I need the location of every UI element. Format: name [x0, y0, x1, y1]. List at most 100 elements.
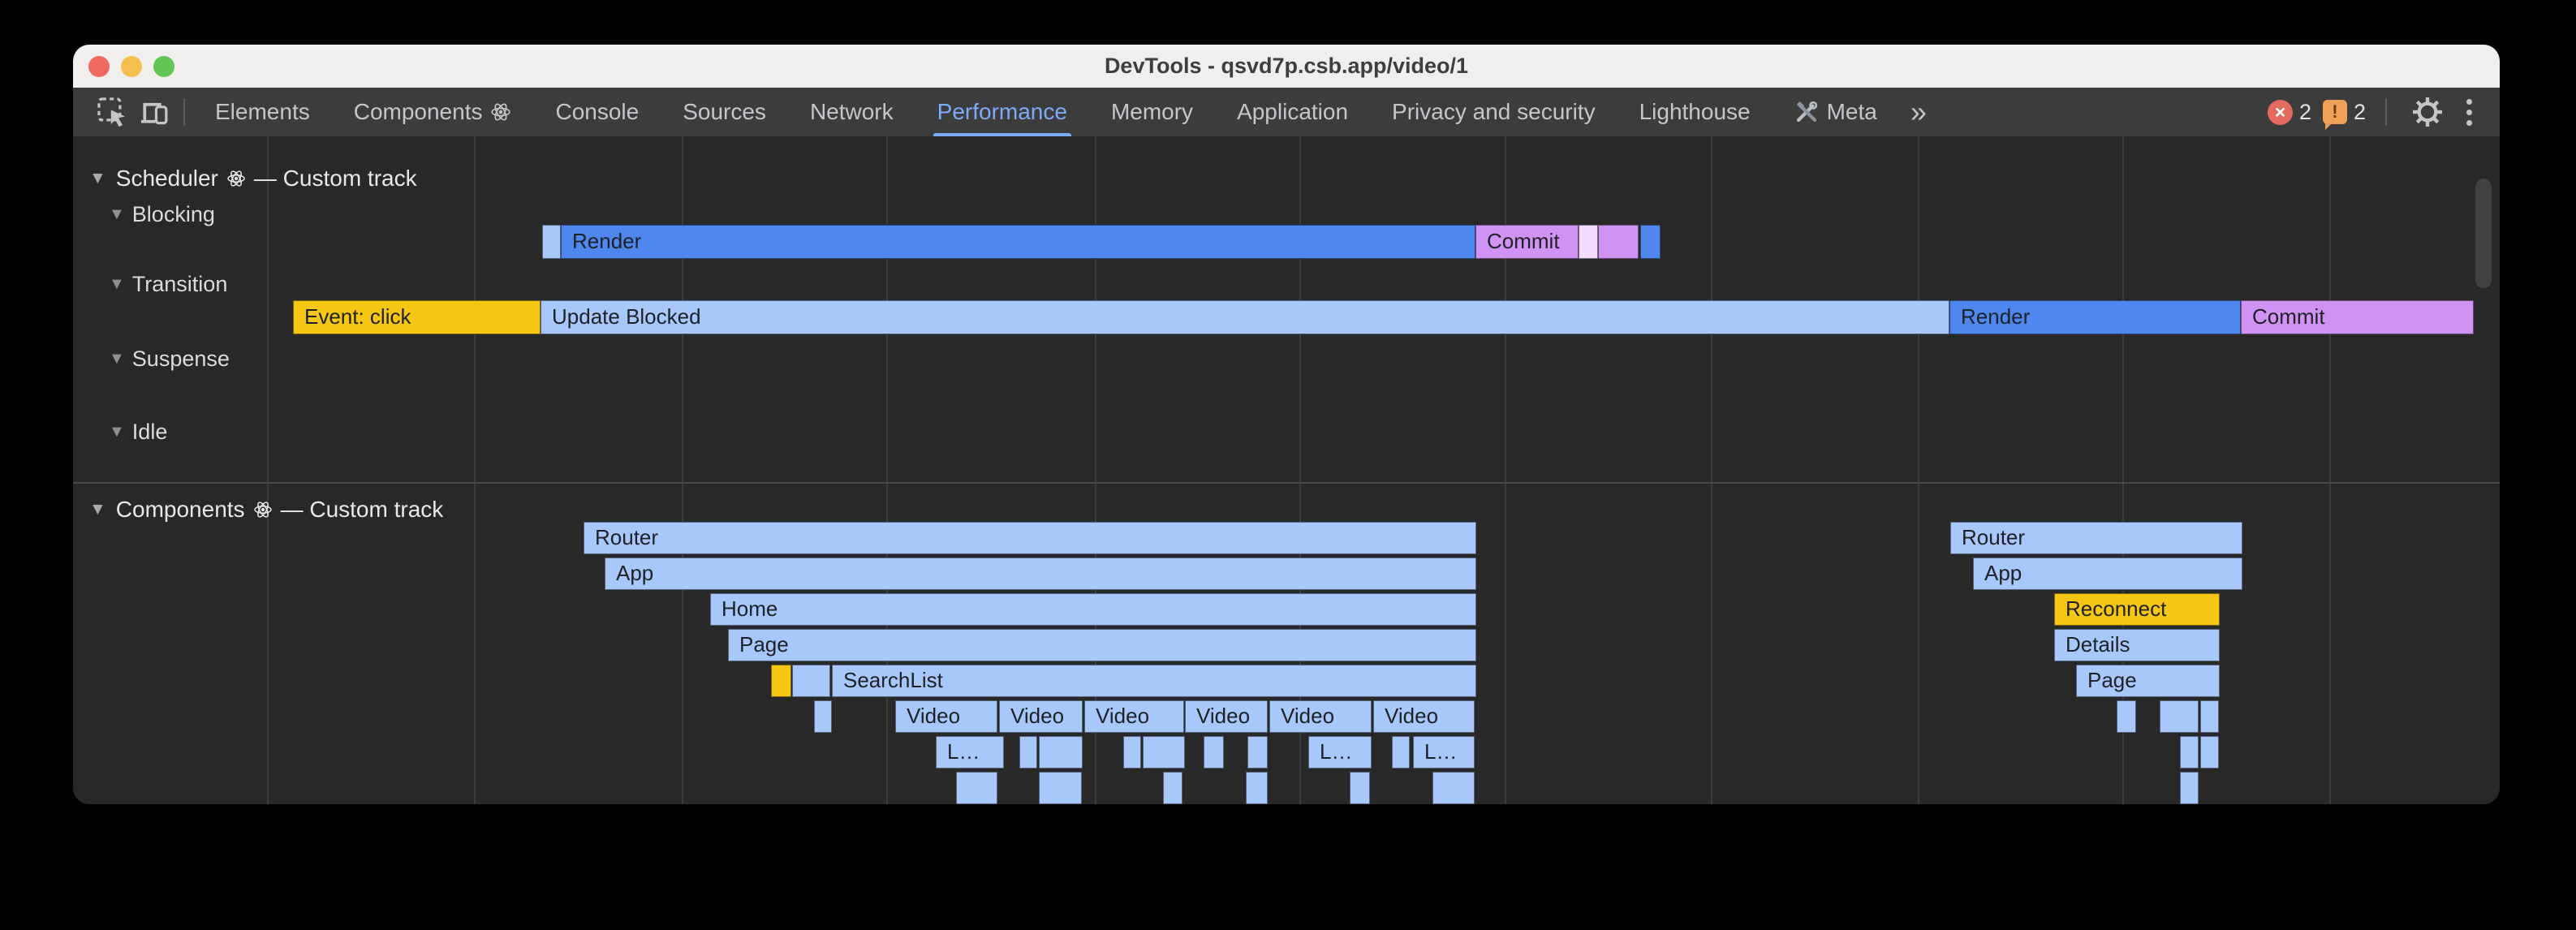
issue-icon: ! — [2323, 100, 2347, 124]
gridline — [1711, 136, 1712, 804]
flame-bar-segment[interactable] — [2180, 772, 2199, 804]
flame-bar-router[interactable]: Router — [1950, 522, 2242, 554]
flame-bar-l-[interactable]: L… — [1413, 736, 1475, 769]
lane-blocking[interactable]: ▼Blocking — [109, 202, 215, 227]
flame-bar-label: App — [1974, 561, 2022, 585]
tab-privacy-and-security[interactable]: Privacy and security — [1370, 88, 1618, 136]
flame-bar-segment[interactable] — [1039, 736, 1083, 769]
flame-bar-details[interactable]: Details — [2054, 629, 2220, 661]
issue-count: 2 — [2354, 100, 2366, 125]
flame-bar-segment[interactable] — [542, 225, 561, 259]
device-toolbar-icon[interactable] — [133, 88, 175, 136]
close-window-button[interactable] — [88, 56, 110, 77]
flame-bar-segment[interactable] — [1039, 772, 1082, 804]
tab-memory[interactable]: Memory — [1089, 88, 1215, 136]
devtools-window: DevTools - qsvd7p.csb.app/video/1 Elemen… — [73, 45, 2500, 804]
flame-bar-label: Event: click — [294, 304, 411, 329]
flame-bar-segment[interactable] — [1432, 772, 1475, 804]
tab-label: Application — [1237, 99, 1348, 125]
flame-bar-video[interactable]: Video — [1084, 700, 1184, 733]
issues-badge[interactable]: ! 2 — [2323, 100, 2366, 125]
tab-sources[interactable]: Sources — [661, 88, 788, 136]
flame-bar-render[interactable]: Render — [1949, 300, 2241, 334]
flame-bar-segment[interactable] — [1392, 736, 1410, 769]
kebab-menu-icon[interactable] — [2460, 99, 2479, 126]
flame-bar-app[interactable]: App — [1973, 558, 2242, 590]
flame-bar-segment[interactable] — [1598, 225, 1639, 259]
flame-bar-reconnect[interactable]: Reconnect — [2054, 593, 2220, 626]
flame-bar-home[interactable]: Home — [710, 593, 1476, 626]
flame-bar-router[interactable]: Router — [584, 522, 1476, 554]
flame-bar-segment[interactable] — [1163, 772, 1182, 804]
flame-bar-segment[interactable] — [1350, 772, 1370, 804]
gridline — [1918, 136, 1919, 804]
zoom-window-button[interactable] — [153, 56, 174, 77]
flame-bar-commit[interactable]: Commit — [2241, 300, 2474, 334]
flame-bar-label: Details — [2055, 632, 2130, 657]
flame-bar-commit[interactable]: Commit — [1475, 225, 1579, 259]
flame-bar-video[interactable]: Video — [1185, 700, 1268, 733]
gridline — [2329, 136, 2331, 804]
more-tabs-chevrons[interactable]: » — [1899, 88, 1935, 136]
collapse-triangle-icon[interactable]: ▼ — [109, 205, 125, 224]
flame-bar-segment[interactable] — [1579, 225, 1598, 259]
flame-bar-page[interactable]: Page — [2076, 665, 2220, 697]
tab-meta[interactable]: Meta — [1773, 88, 1899, 136]
flame-bar-l-[interactable]: L… — [936, 736, 1004, 769]
flame-bar-segment[interactable] — [1123, 736, 1141, 769]
collapse-triangle-icon[interactable]: ▼ — [109, 423, 125, 441]
flame-bar-segment[interactable] — [956, 772, 997, 804]
flame-bar-segment[interactable] — [1204, 736, 1224, 769]
flame-bar-update-blocked[interactable]: Update Blocked — [541, 300, 1949, 334]
flame-bar-l-[interactable]: L… — [1308, 736, 1372, 769]
lane-idle[interactable]: ▼Idle — [109, 420, 167, 445]
flame-bar-render[interactable]: Render — [561, 225, 1475, 259]
window-titlebar[interactable]: DevTools - qsvd7p.csb.app/video/1 — [73, 45, 2500, 88]
minimize-window-button[interactable] — [121, 56, 142, 77]
inspect-element-icon[interactable] — [91, 88, 133, 136]
flame-bar-segment[interactable] — [2117, 700, 2136, 733]
flame-bar-segment[interactable] — [814, 700, 832, 733]
tab-label: Memory — [1111, 99, 1193, 125]
gear-icon[interactable] — [2406, 96, 2449, 128]
collapse-triangle-icon[interactable]: ▼ — [109, 275, 125, 294]
flame-bar-video[interactable]: Video — [1269, 700, 1372, 733]
flame-bar-video[interactable]: Video — [999, 700, 1083, 733]
tab-components[interactable]: Components — [332, 88, 534, 136]
flame-bar-video[interactable]: Video — [895, 700, 997, 733]
track-header-scheduler[interactable]: ▼Scheduler— Custom track — [89, 166, 417, 192]
collapse-triangle-icon[interactable]: ▼ — [89, 169, 106, 188]
lane-suspense[interactable]: ▼Suspense — [109, 347, 230, 372]
flame-bar-segment[interactable] — [1019, 736, 1037, 769]
flame-bar-label: SearchList — [833, 668, 943, 692]
flame-bar-page[interactable]: Page — [728, 629, 1476, 661]
flame-bar-segment[interactable] — [792, 665, 830, 697]
flame-bar-segment[interactable] — [1143, 736, 1185, 769]
tab-console[interactable]: Console — [533, 88, 661, 136]
tab-network[interactable]: Network — [788, 88, 915, 136]
flame-bar-segment[interactable] — [1247, 736, 1268, 769]
flame-bar-label: Video — [1000, 704, 1064, 728]
flame-bar-searchlist[interactable]: SearchList — [832, 665, 1476, 697]
flame-bar-event-click[interactable]: Event: click — [293, 300, 541, 334]
collapse-triangle-icon[interactable]: ▼ — [89, 500, 106, 519]
console-errors-badge[interactable]: × 2 — [2268, 100, 2311, 125]
tab-elements[interactable]: Elements — [193, 88, 332, 136]
flame-bar-segment[interactable] — [1246, 772, 1268, 804]
flame-bar-app[interactable]: App — [605, 558, 1476, 590]
flame-bar-segment[interactable] — [2180, 736, 2199, 769]
lane-transition[interactable]: ▼Transition — [109, 272, 227, 297]
track-header-components[interactable]: ▼Components— Custom track — [89, 497, 443, 523]
flame-bar-segment[interactable] — [2160, 700, 2199, 733]
tab-application[interactable]: Application — [1215, 88, 1370, 136]
flame-bar-segment[interactable] — [2200, 700, 2219, 733]
flame-bar-segment[interactable] — [2200, 736, 2219, 769]
collapse-triangle-icon[interactable]: ▼ — [109, 350, 125, 368]
flame-bar-segment[interactable] — [1640, 225, 1661, 259]
vertical-scrollbar-thumb[interactable] — [2475, 179, 2492, 288]
flame-bar-video[interactable]: Video — [1373, 700, 1475, 733]
tab-lighthouse[interactable]: Lighthouse — [1618, 88, 1773, 136]
tab-performance[interactable]: Performance — [915, 88, 1089, 136]
flame-bar-segment[interactable] — [771, 665, 791, 697]
error-icon: × — [2268, 100, 2293, 125]
